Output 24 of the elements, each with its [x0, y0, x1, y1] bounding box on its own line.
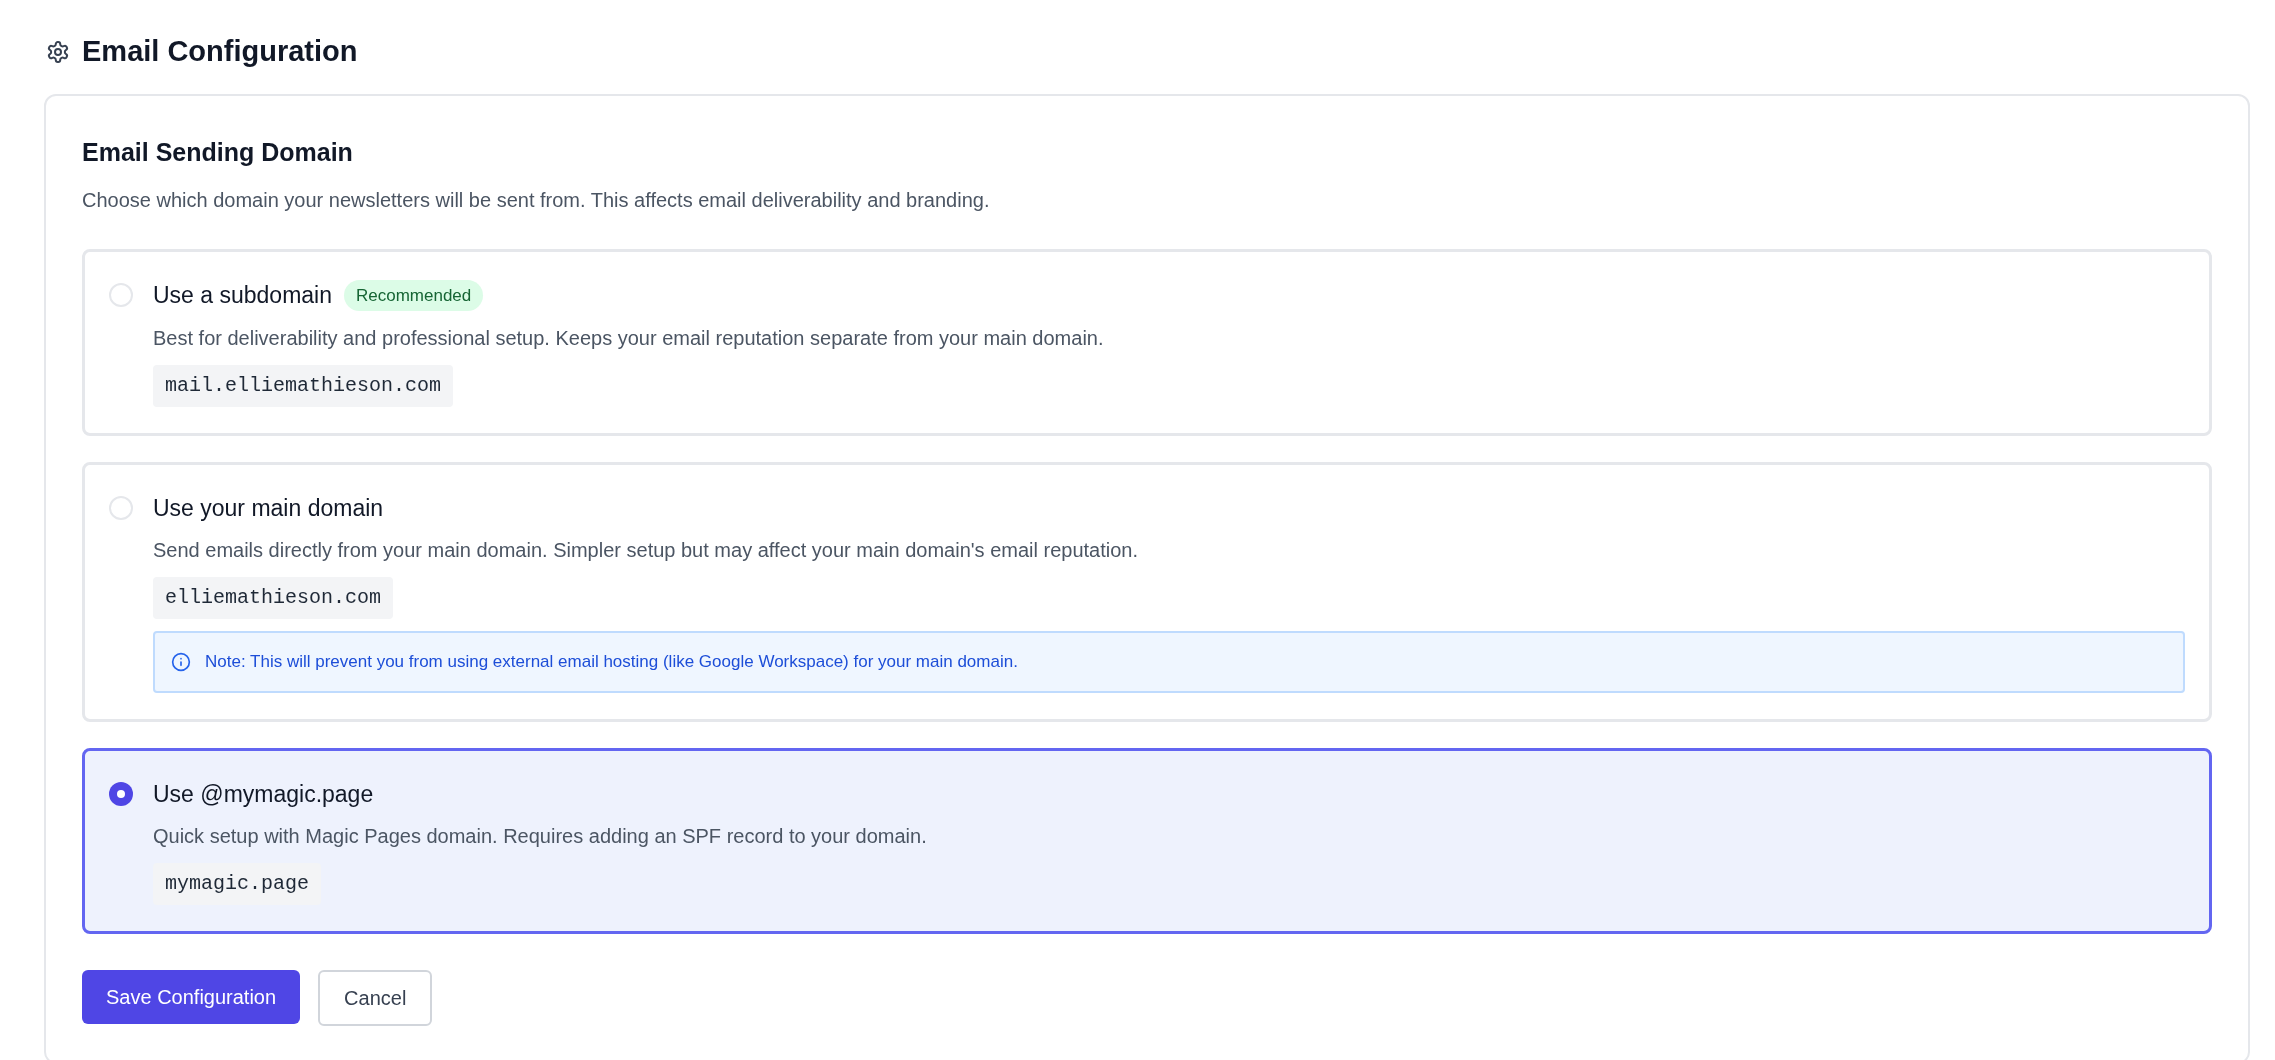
settings-icon	[46, 39, 70, 64]
section-title: Email Sending Domain	[82, 136, 354, 168]
option-description: Best for deliverability and professional setup. Keeps your email reputation separate from your main domain.	[153, 325, 1105, 351]
option-description: Send emails directly from your main domain. Simpler setup but may affect your main domain's email reputation.	[153, 538, 1139, 563]
option-title: Use a subdomain	[153, 281, 332, 310]
section-description: Choose which domain your newsletters will be sent from. This affects email deliverability and branding.	[82, 188, 991, 213]
domain-code: mail.elliemathieson.com	[153, 364, 454, 407]
option-title: Use @mymagic.page	[153, 779, 374, 809]
domain-option[interactable]	[82, 461, 2212, 722]
recommended-badge: Recommended	[344, 279, 484, 311]
domain-option[interactable]: Use a subdomain Recommended Best for deliverability and professional setup. Keeps your email reputation separate from your main domain. mail.elliemathieson.com	[82, 249, 2212, 436]
option-title: Use your main domain	[153, 493, 384, 523]
cancel-button[interactable]: Cancel	[318, 970, 433, 1026]
info-icon	[171, 651, 191, 672]
save-button[interactable]: Save Configuration	[82, 970, 301, 1024]
radio-button[interactable]	[109, 495, 133, 520]
domain-option[interactable]: Use @mymagic.page Quick setup with Magic Pages domain. Requires adding an SPF record to your domain. mymagic.page	[82, 747, 2212, 934]
option-description: Quick setup with Magic Pages domain. Requires adding an SPF record to your domain.	[153, 824, 928, 849]
domain-code: mymagic.page	[153, 863, 322, 905]
radio-button[interactable]	[109, 781, 133, 806]
page-title: Email Configuration	[82, 34, 358, 69]
radio-button[interactable]	[109, 283, 133, 307]
note-text: Note: This will prevent you from using external email hosting (like Google Workspace) for your main domain.	[205, 651, 1018, 673]
domain-code: elliemathieson.com	[153, 577, 394, 619]
